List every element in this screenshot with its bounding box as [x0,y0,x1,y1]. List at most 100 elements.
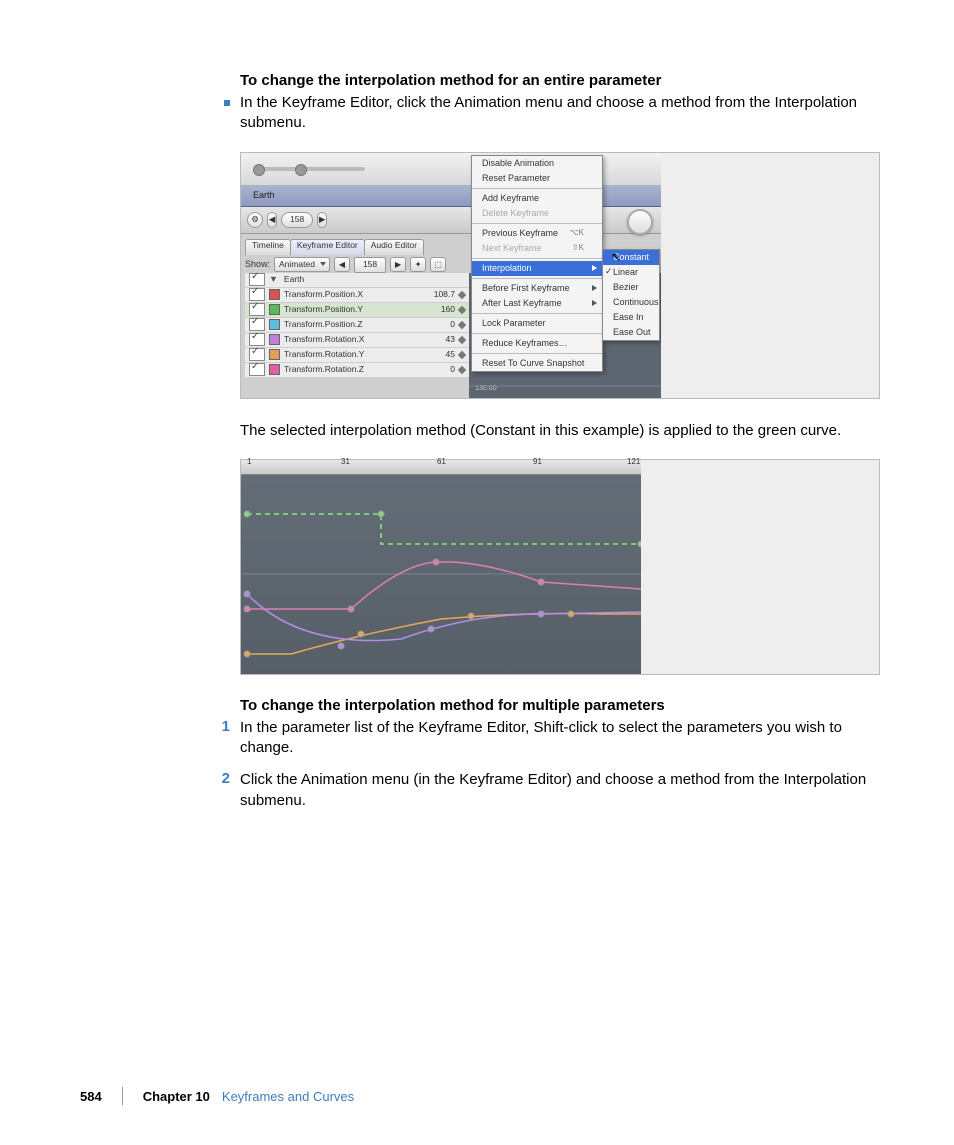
menu-item-disable-animation[interactable]: Disable Animation [472,156,602,171]
shortcut-label: ⌥K [569,229,584,237]
param-name: Transform.Rotation.Y [284,350,427,359]
submenu-item-ease-out[interactable]: Ease Out [603,325,659,340]
page-footer: 584 Chapter 10 Keyframes and Curves [80,1087,894,1105]
keyframe-icon[interactable] [458,350,466,358]
parameter-list: ▼ Earth Transform.Position.X 108.7 Trans… [245,273,469,378]
param-value[interactable]: 108.7 [427,290,455,299]
checkbox[interactable] [249,288,265,301]
arrow-left-icon[interactable]: ◀ [267,212,277,228]
checkbox[interactable] [249,348,265,361]
transport-controls[interactable] [617,211,653,233]
param-name: Transform.Position.X [284,290,427,299]
animation-menu[interactable]: Disable Animation Reset Parameter Add Ke… [471,155,603,372]
param-name: Transform.Rotation.X [284,335,427,344]
list-group-header[interactable]: ▼ Earth [245,273,469,288]
gear-icon[interactable]: ⚙ [247,212,263,228]
arrow-right-icon[interactable]: ▶ [390,257,406,272]
zoom-slider[interactable] [255,167,365,171]
snapshot-icon[interactable]: ✦ [410,257,426,272]
current-time[interactable]: 158 [281,212,313,228]
tab-timeline[interactable]: Timeline [245,239,291,255]
curve-canvas[interactable] [241,474,641,674]
time-field[interactable]: 158 [354,257,386,273]
intro-paragraph: In the Keyframe Editor, click the Animat… [240,93,880,134]
chapter-label: Chapter 10 [143,1089,210,1104]
menu-item-after-last-keyframe[interactable]: After Last Keyframe [472,296,602,311]
submenu-arrow-icon [592,300,597,306]
checkbox[interactable] [249,318,265,331]
param-name: Transform.Position.Y [284,305,427,314]
disclosure-triangle-icon[interactable]: ▼ [269,275,278,284]
param-value[interactable]: 43 [427,335,455,344]
menu-item-add-keyframe[interactable]: Add Keyframe [472,191,602,206]
arrow-right-icon[interactable]: ▶ [317,212,327,228]
param-name: Transform.Position.Z [284,320,427,329]
color-swatch [269,334,280,345]
param-value[interactable]: 45 [427,350,455,359]
list-item[interactable]: Transform.Rotation.Y 45 [245,348,469,363]
step-text: In the parameter list of the Keyframe Ed… [240,718,880,759]
tab-keyframe-editor[interactable]: Keyframe Editor [290,239,365,255]
menu-item-reduce-keyframes[interactable]: Reduce Keyframes… [472,336,602,351]
page-number: 584 [80,1089,102,1104]
list-item[interactable]: Transform.Rotation.X 43 [245,333,469,348]
menu-item-next-keyframe: Next Keyframe⇧K [472,241,602,256]
section-heading: To change the interpolation method for a… [240,72,880,89]
arrow-left-icon[interactable]: ◀ [334,257,350,272]
param-name: Transform.Rotation.Z [284,365,427,374]
menu-item-reset-parameter[interactable]: Reset Parameter [472,171,602,186]
checkbox[interactable] [249,363,265,376]
submenu-arrow-icon [592,285,597,291]
group-name: Earth [282,275,469,284]
screenshot-interpolation-menu: Earth ⚙ ◀ 158 ▶ Timeline Keyframe Editor… [240,152,880,399]
cursor-icon: ↖ [611,251,621,263]
list-item[interactable]: Transform.Position.Z 0 [245,318,469,333]
keyframe-icon[interactable] [458,320,466,328]
list-item[interactable]: Transform.Position.X 108.7 [245,288,469,303]
check-icon: ✓ [605,267,613,276]
keyframe-icon[interactable] [458,290,466,298]
step-number: 2 [218,770,230,811]
timeline-ruler[interactable]: 1 31 61 91 121 [241,460,641,475]
layer-name: Earth [253,191,275,200]
param-value[interactable]: 0 [427,365,455,374]
submenu-item-continuous[interactable]: Continuous [603,295,659,310]
fit-icon[interactable]: ⬚ [430,257,446,272]
param-value[interactable]: 160 [427,305,455,314]
menu-item-interpolation[interactable]: Interpolation [472,261,602,276]
menu-item-before-first-keyframe[interactable]: Before First Keyframe [472,281,602,296]
menu-item-reset-curve-snapshot[interactable]: Reset To Curve Snapshot [472,356,602,371]
checkbox[interactable] [249,273,265,286]
chapter-title: Keyframes and Curves [222,1089,354,1104]
tab-audio-editor[interactable]: Audio Editor [364,239,424,255]
list-item[interactable]: Transform.Position.Y 160 [245,303,469,318]
keyframe-icon[interactable] [458,305,466,313]
list-item[interactable]: Transform.Rotation.Z 0 [245,363,469,378]
shortcut-label: ⇧K [572,244,584,252]
color-swatch [269,289,280,300]
checkbox[interactable] [249,303,265,316]
show-label: Show: [245,260,270,269]
color-swatch [269,319,280,330]
color-swatch [269,304,280,315]
submenu-arrow-icon [592,265,597,271]
submenu-item-ease-in[interactable]: Ease In [603,310,659,325]
keyframe-icon[interactable] [458,365,466,373]
result-paragraph: The selected interpolation method (Const… [240,421,880,441]
color-swatch [269,364,280,375]
param-value[interactable]: 0 [427,320,455,329]
submenu-item-linear[interactable]: ✓Linear [603,265,659,280]
screenshot-curve-result: 1 31 61 91 121 [240,459,880,675]
submenu-item-bezier[interactable]: Bezier [603,280,659,295]
bullet-icon [224,100,230,106]
menu-item-lock-parameter[interactable]: Lock Parameter [472,316,602,331]
checkbox[interactable] [249,333,265,346]
step-text: Click the Animation menu (in the Keyfram… [240,770,880,811]
keyframe-icon[interactable] [458,335,466,343]
step-number: 1 [218,718,230,759]
section-heading: To change the interpolation method for m… [240,697,880,714]
menu-item-previous-keyframe[interactable]: Previous Keyframe⌥K [472,226,602,241]
menu-item-delete-keyframe: Delete Keyframe [472,206,602,221]
color-swatch [269,349,280,360]
show-select[interactable]: Animated [274,257,330,272]
